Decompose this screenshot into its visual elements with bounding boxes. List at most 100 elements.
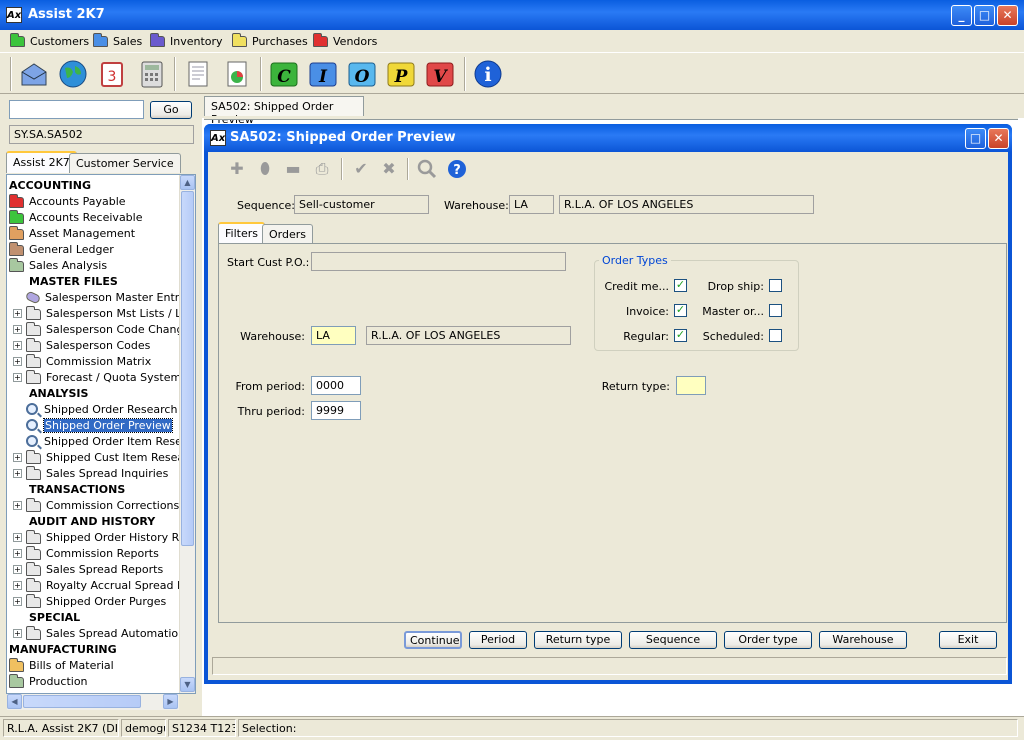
- tree-item[interactable]: Shipped Order Item Resear: [13, 433, 193, 449]
- expand-icon[interactable]: +: [13, 580, 22, 590]
- calendar-icon[interactable]: 3: [96, 58, 128, 90]
- tree-item[interactable]: + Forecast / Quota System: [13, 369, 181, 385]
- expand-icon[interactable]: +: [13, 628, 22, 638]
- menu-inventory[interactable]: Inventory: [150, 32, 223, 49]
- tree-item[interactable]: + Salesperson Mst Lists / Lab: [13, 305, 195, 321]
- search-icon[interactable]: [416, 158, 438, 180]
- tree-item[interactable]: Bills of Material: [9, 657, 114, 673]
- minimize-button[interactable]: _: [951, 5, 972, 26]
- sequence-button[interactable]: Sequence: [629, 631, 717, 649]
- tree-item[interactable]: + Royalty Accrual Spread Re: [13, 577, 191, 593]
- go-button[interactable]: Go: [150, 101, 192, 119]
- letter-o-icon[interactable]: O: [346, 58, 378, 90]
- scroll-thumb[interactable]: [181, 191, 194, 546]
- expand-icon[interactable]: +: [13, 564, 22, 574]
- print-icon[interactable]: ⎙: [311, 158, 333, 180]
- hscroll-thumb[interactable]: [23, 695, 141, 708]
- return-type-button[interactable]: Return type: [534, 631, 622, 649]
- chart-report-icon[interactable]: [221, 58, 253, 90]
- menu-purchases[interactable]: Purchases: [232, 32, 308, 49]
- doc-tab-sa502[interactable]: SA502: Shipped Order Preview: [204, 96, 364, 126]
- tab-assist-2k7[interactable]: Assist 2K7: [6, 151, 77, 173]
- expand-icon[interactable]: +: [13, 532, 22, 542]
- tree-item[interactable]: + Salesperson Code Change/: [13, 321, 194, 337]
- expand-icon[interactable]: +: [13, 340, 22, 350]
- regular-checkbox[interactable]: ✓: [674, 329, 687, 342]
- tree-item[interactable]: + Sales Spread Inquiries: [13, 465, 168, 481]
- thru-period-input[interactable]: 9999: [311, 401, 361, 420]
- start-cust-po-field[interactable]: [311, 252, 566, 271]
- tree-item[interactable]: + Shipped Order Purges: [13, 593, 166, 609]
- letter-i-icon[interactable]: I: [307, 58, 339, 90]
- tree-item[interactable]: + Commission Matrix: [13, 353, 151, 369]
- letter-v-icon[interactable]: V: [424, 58, 456, 90]
- scroll-right-icon[interactable]: ▶: [163, 694, 178, 709]
- globe-icon[interactable]: [57, 58, 89, 90]
- tree-item[interactable]: Salesperson Master Entry: [13, 289, 186, 305]
- tree-item[interactable]: + Salesperson Codes: [13, 337, 150, 353]
- letter-c-icon[interactable]: C: [268, 58, 300, 90]
- exit-button[interactable]: Exit: [939, 631, 997, 649]
- add-icon[interactable]: ✚: [226, 158, 248, 180]
- scroll-up-icon[interactable]: ▲: [180, 175, 195, 190]
- warehouse-button[interactable]: Warehouse: [819, 631, 907, 649]
- tree-item[interactable]: + Commission Reports: [13, 545, 159, 561]
- expand-icon[interactable]: +: [13, 372, 22, 382]
- menu-vendors[interactable]: Vendors: [313, 32, 377, 49]
- expand-icon[interactable]: +: [13, 356, 22, 366]
- tree-item[interactable]: Sales Analysis: [9, 257, 107, 273]
- menu-sales[interactable]: Sales: [93, 32, 142, 49]
- close-button[interactable]: ✕: [997, 5, 1018, 26]
- tab-customer-service[interactable]: Customer Service: [69, 153, 181, 173]
- tab-orders[interactable]: Orders: [262, 224, 313, 244]
- filter-warehouse-code-input[interactable]: LA: [311, 326, 356, 345]
- tree-item[interactable]: + Sales Spread Automation: [13, 625, 185, 641]
- tree-item[interactable]: + Commission Corrections: [13, 497, 179, 513]
- tab-filters[interactable]: Filters: [218, 222, 265, 244]
- maximize-button[interactable]: □: [974, 5, 995, 26]
- order-type-button[interactable]: Order type: [724, 631, 812, 649]
- menu-customers[interactable]: Customers: [10, 32, 89, 49]
- tree-item[interactable]: Production: [9, 673, 88, 689]
- info-icon[interactable]: i: [472, 58, 504, 90]
- expand-icon[interactable]: +: [13, 452, 22, 462]
- search-input[interactable]: [9, 100, 144, 119]
- report-icon[interactable]: [182, 58, 214, 90]
- expand-icon[interactable]: +: [13, 308, 22, 318]
- tree-item[interactable]: + Sales Spread Reports: [13, 561, 163, 577]
- erase-icon[interactable]: ⬮: [254, 158, 276, 180]
- expand-icon[interactable]: +: [13, 500, 22, 510]
- continue-button[interactable]: Continue: [404, 631, 462, 649]
- tree-item[interactable]: Asset Management: [9, 225, 135, 241]
- scroll-left-icon[interactable]: ◀: [7, 694, 22, 709]
- expand-icon[interactable]: +: [13, 596, 22, 606]
- expand-icon[interactable]: +: [13, 324, 22, 334]
- tree-item[interactable]: Accounts Payable: [9, 193, 126, 209]
- tree-item[interactable]: + Shipped Order History Rep: [13, 529, 193, 545]
- minus-icon[interactable]: ▬: [282, 158, 304, 180]
- tree-item[interactable]: Accounts Receivable: [9, 209, 143, 225]
- master-order-checkbox[interactable]: [769, 304, 782, 317]
- period-button[interactable]: Period: [469, 631, 527, 649]
- tree-item[interactable]: + Shipped Cust Item Researc: [13, 449, 194, 465]
- check-icon[interactable]: ✔: [350, 158, 372, 180]
- help-icon[interactable]: ?: [446, 158, 468, 180]
- return-type-input[interactable]: [676, 376, 706, 395]
- tree-horizontal-scrollbar[interactable]: ◀ ▶: [7, 694, 179, 710]
- tree-item[interactable]: Shipped Order Preview: [13, 417, 173, 433]
- mail-icon[interactable]: [18, 58, 50, 90]
- inner-close-button[interactable]: ✕: [988, 128, 1009, 149]
- expand-icon[interactable]: +: [13, 468, 22, 478]
- tree-vertical-scrollbar[interactable]: ▲ ▼: [179, 175, 195, 693]
- inner-maximize-button[interactable]: □: [965, 128, 986, 149]
- calculator-icon[interactable]: [136, 58, 168, 90]
- credit-memo-checkbox[interactable]: ✓: [674, 279, 687, 292]
- from-period-input[interactable]: 0000: [311, 376, 361, 395]
- cancel-icon[interactable]: ✖: [378, 158, 400, 180]
- drop-ship-checkbox[interactable]: [769, 279, 782, 292]
- letter-p-icon[interactable]: P: [385, 58, 417, 90]
- scheduled-checkbox[interactable]: [769, 329, 782, 342]
- expand-icon[interactable]: +: [13, 548, 22, 558]
- invoice-checkbox[interactable]: ✓: [674, 304, 687, 317]
- tree-item[interactable]: Shipped Order Research: [13, 401, 177, 417]
